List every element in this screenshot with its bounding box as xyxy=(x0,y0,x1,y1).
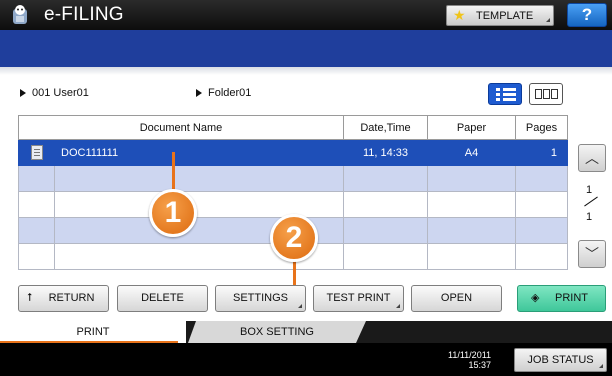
page-up-button[interactable]: ︿ xyxy=(578,144,606,172)
delete-button[interactable]: DELETE xyxy=(117,285,208,312)
empty-cell xyxy=(515,165,568,192)
page-current: 1 xyxy=(586,184,593,196)
table-row[interactable]: DOC111111 11, 14:33 A4 1 xyxy=(18,139,568,166)
empty-cell xyxy=(343,243,428,270)
column-header-paper[interactable]: Paper xyxy=(427,115,516,140)
divider xyxy=(0,67,612,75)
template-button[interactable]: ★ TEMPLATE xyxy=(446,5,554,26)
job-status-button[interactable]: JOB STATUS xyxy=(514,348,607,372)
page-divider xyxy=(584,196,598,207)
empty-cell xyxy=(515,217,568,244)
empty-cell xyxy=(343,165,428,192)
empty-cell xyxy=(427,217,516,244)
print-label: PRINT xyxy=(555,292,588,304)
doc-pages-cell: 1 xyxy=(515,139,568,166)
job-status-label: JOB STATUS xyxy=(527,354,594,366)
empty-cell xyxy=(427,191,516,218)
empty-cell xyxy=(427,243,516,270)
doc-paper-cell: A4 xyxy=(427,139,516,166)
return-button[interactable]: ⭡ RETURN xyxy=(18,285,109,312)
efiling-mascot-icon xyxy=(13,5,27,24)
doc-name-cell: DOC111111 xyxy=(54,139,344,166)
return-label: RETURN xyxy=(48,292,95,304)
breadcrumb-folder: Folder01 xyxy=(196,87,251,99)
page-total: 1 xyxy=(586,211,593,223)
document-icon xyxy=(30,145,43,160)
triangle-right-icon xyxy=(20,89,26,97)
empty-cell xyxy=(515,243,568,270)
empty-cell xyxy=(343,191,428,218)
table-row-empty xyxy=(18,165,568,192)
app-title: e-FILING xyxy=(44,4,124,25)
test-print-label: TEST PRINT xyxy=(326,292,391,304)
print-button[interactable]: ◈ PRINT xyxy=(517,285,606,312)
empty-cell xyxy=(515,191,568,218)
status-time: 15:37 xyxy=(468,360,492,370)
page-down-button[interactable]: ﹀ xyxy=(578,240,606,268)
thumbnail-view-icon-page xyxy=(551,89,558,99)
status-datetime: 11/11/2011 15:37 xyxy=(448,350,491,370)
tab-print[interactable]: PRINT xyxy=(0,321,186,343)
list-view-icon-gap xyxy=(500,98,503,101)
list-view-icon-line xyxy=(496,93,516,96)
column-header-pages[interactable]: Pages xyxy=(515,115,568,140)
message-area xyxy=(0,30,612,67)
title-bar: e-FILING ★ TEMPLATE ? xyxy=(0,0,612,30)
thumbnail-view-button[interactable] xyxy=(529,83,563,105)
list-view-button[interactable] xyxy=(488,83,522,105)
settings-label: SETTINGS xyxy=(232,292,288,304)
return-arrow-icon: ⭡ xyxy=(27,292,33,304)
submenu-corner-icon xyxy=(546,18,550,22)
thumbnail-view-icon xyxy=(535,89,542,99)
star-icon: ★ xyxy=(453,7,466,23)
help-button[interactable]: ? xyxy=(567,3,607,27)
status-date: 11/11/2011 xyxy=(448,350,492,360)
template-label: TEMPLATE xyxy=(476,10,534,22)
empty-cell xyxy=(343,217,428,244)
empty-cell xyxy=(54,191,344,218)
submenu-corner-icon xyxy=(298,304,302,308)
open-button[interactable]: OPEN xyxy=(411,285,502,312)
list-view-icon xyxy=(496,88,516,91)
test-print-button[interactable]: TEST PRINT xyxy=(313,285,404,312)
empty-cell xyxy=(54,165,344,192)
empty-cell xyxy=(18,191,55,218)
triangle-right-icon xyxy=(196,89,202,97)
submenu-corner-icon xyxy=(396,304,400,308)
callout-1: 1 xyxy=(149,189,197,237)
column-header-datetime[interactable]: Date,Time xyxy=(343,115,428,140)
chevron-up-icon: ︿ xyxy=(585,150,599,166)
empty-cell xyxy=(18,243,55,270)
list-view-icon-gap xyxy=(500,88,503,91)
thumbnail-view-icon-page xyxy=(543,89,550,99)
breadcrumb-user-label: 001 User01 xyxy=(32,87,89,99)
submenu-corner-icon xyxy=(599,364,603,368)
breadcrumb-user: 001 User01 xyxy=(20,87,89,99)
chevron-down-icon: ﹀ xyxy=(585,246,599,262)
tab-box-setting[interactable]: BOX SETTING xyxy=(188,321,366,343)
callout-2: 2 xyxy=(270,214,318,262)
table-header: Document Name Date,Time Paper Pages xyxy=(18,115,568,140)
column-header-name[interactable]: Document Name xyxy=(18,115,344,140)
settings-button[interactable]: SETTINGS xyxy=(215,285,306,312)
doc-datetime-cell: 11, 14:33 xyxy=(343,139,428,166)
callout-1-pointer xyxy=(172,152,175,190)
empty-cell xyxy=(18,165,55,192)
print-diamond-icon: ◈ xyxy=(531,292,540,304)
empty-cell xyxy=(18,217,55,244)
breadcrumb-folder-label: Folder01 xyxy=(208,87,252,99)
empty-cell xyxy=(427,165,516,192)
doc-cell xyxy=(18,139,55,166)
list-view-icon-gap xyxy=(500,93,503,96)
list-view-icon-line xyxy=(496,98,516,101)
